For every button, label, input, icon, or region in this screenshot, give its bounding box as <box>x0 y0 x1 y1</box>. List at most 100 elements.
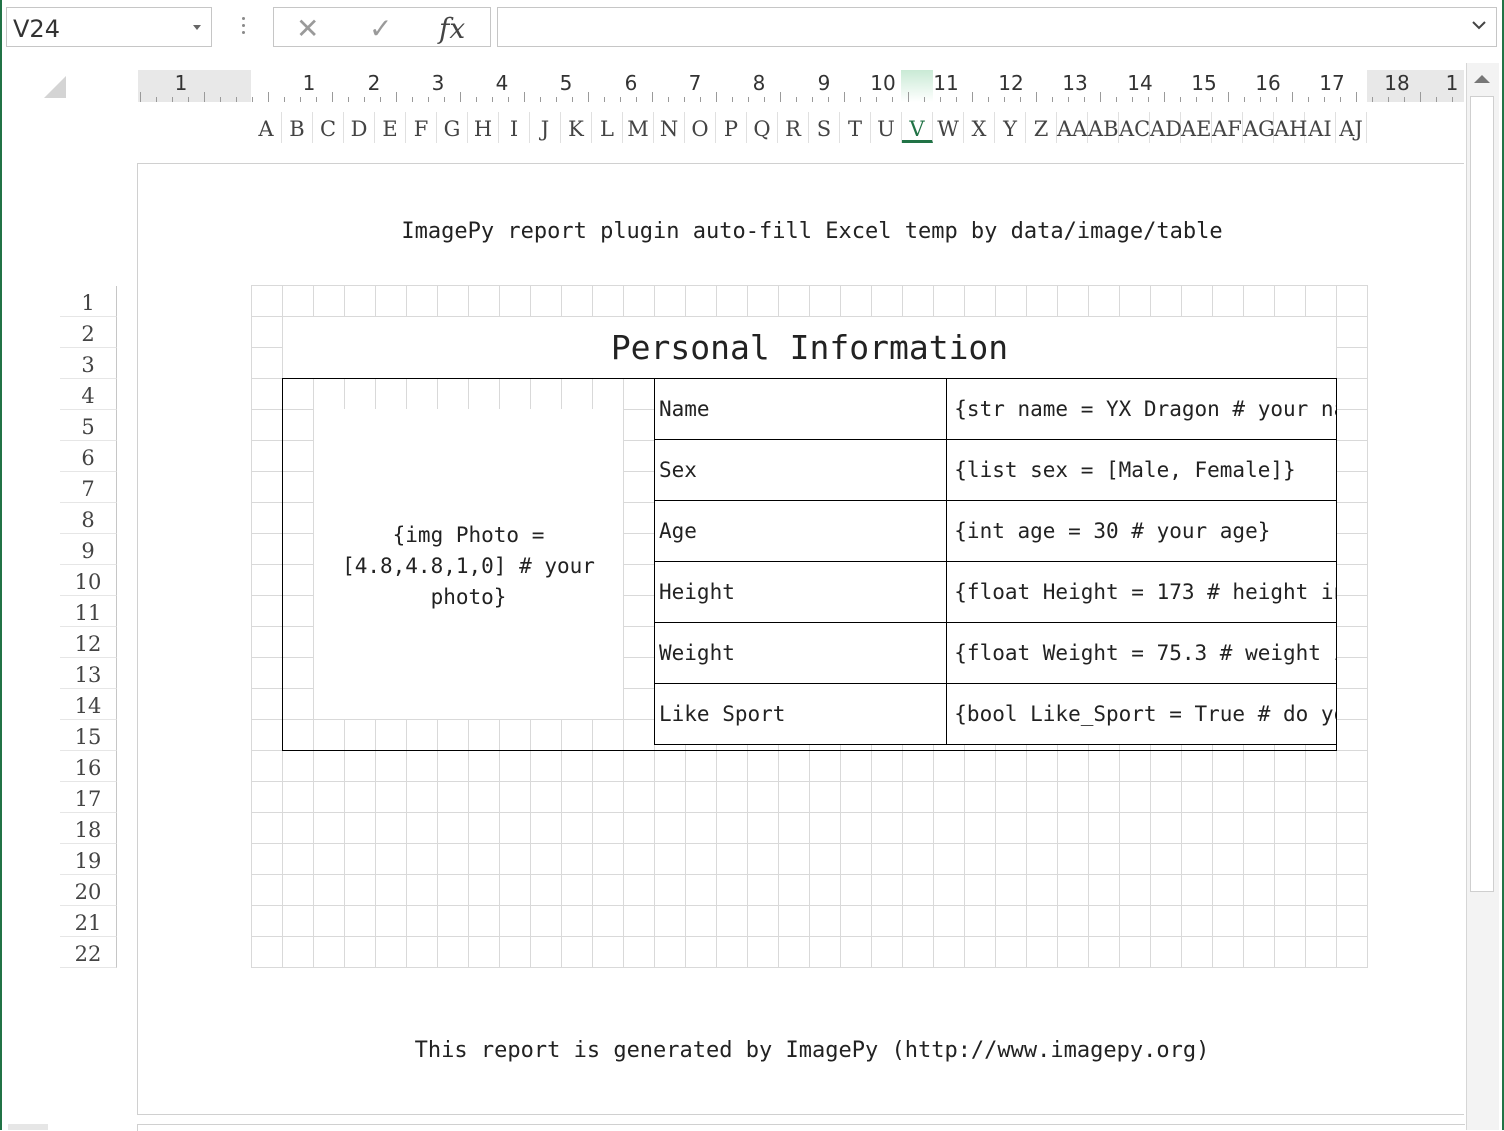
ruler-tick <box>844 92 845 102</box>
formula-input[interactable] <box>497 7 1497 47</box>
column-header-v[interactable]: V <box>902 112 933 143</box>
row-header-19[interactable]: 19 <box>60 844 117 875</box>
select-all-button[interactable] <box>44 76 66 98</box>
scroll-up-icon[interactable] <box>1467 64 1497 94</box>
column-header-u[interactable]: U <box>871 112 902 143</box>
ruler-tick <box>348 97 349 102</box>
column-header-r[interactable]: R <box>778 112 809 143</box>
column-header-t[interactable]: T <box>840 112 871 143</box>
field-value-height[interactable]: {float Height = 173 # height in c <box>946 561 1337 623</box>
ruler-label: 11 <box>933 71 959 95</box>
row-header-11[interactable]: 11 <box>60 596 117 627</box>
row-header-3[interactable]: 3 <box>60 348 117 379</box>
row-header-1[interactable]: 1 <box>60 286 117 317</box>
column-header-l[interactable]: L <box>592 112 623 143</box>
ruler-tick <box>444 97 445 102</box>
table-row: Like Sport {bool Like_Sport = True # do … <box>653 683 1337 745</box>
field-value-age[interactable]: {int age = 30 # your age} <box>946 500 1337 562</box>
page-header[interactable]: ImagePy report plugin auto-fill Excel te… <box>0 219 1504 244</box>
column-header-f[interactable]: F <box>406 112 437 143</box>
row-header-4[interactable]: 4 <box>60 379 117 410</box>
row-header-14[interactable]: 14 <box>60 689 117 720</box>
column-header-h[interactable]: H <box>468 112 499 143</box>
row-header-2[interactable]: 2 <box>60 317 117 348</box>
column-header-p[interactable]: P <box>716 112 747 143</box>
field-value-sex[interactable]: {list sex = [Male, Female]} <box>946 439 1337 501</box>
ruler-tick <box>140 92 141 102</box>
row-header-16[interactable]: 16 <box>60 751 117 782</box>
field-value-like-sport[interactable]: {bool Like_Sport = True # do you <box>946 683 1337 745</box>
column-header-aj[interactable]: AJ <box>1336 112 1367 143</box>
cancel-icon[interactable]: ✕ <box>296 12 319 45</box>
column-header-ai[interactable]: AI <box>1305 112 1336 143</box>
column-header-x[interactable]: X <box>964 112 995 143</box>
row-header-13[interactable]: 13 <box>60 658 117 689</box>
ruler-label: 10 <box>870 71 896 95</box>
field-value-name[interactable]: {str name = YX Dragon # your name <box>946 378 1337 440</box>
table-row: Sex {list sex = [Male, Female]} <box>653 439 1337 501</box>
row-header-10[interactable]: 10 <box>60 565 117 596</box>
column-header-ag[interactable]: AG <box>1243 112 1275 143</box>
column-header-ae[interactable]: AE <box>1181 112 1212 143</box>
scrollbar-thumb[interactable] <box>1470 96 1494 892</box>
row-header-15[interactable]: 15 <box>60 720 117 751</box>
more-options-icon[interactable] <box>238 17 248 39</box>
column-header-ad[interactable]: AD <box>1150 112 1182 143</box>
ruler-tick <box>396 92 397 102</box>
field-label-name[interactable]: Name <box>653 378 948 440</box>
column-header-o[interactable]: O <box>685 112 716 143</box>
row-header-9[interactable]: 9 <box>60 534 117 565</box>
column-header-n[interactable]: N <box>654 112 685 143</box>
field-label-age[interactable]: Age <box>653 500 948 562</box>
column-header-y[interactable]: Y <box>995 112 1026 143</box>
field-label-sex[interactable]: Sex <box>653 439 948 501</box>
column-header-k[interactable]: K <box>561 112 592 143</box>
ruler-tick <box>1404 97 1405 102</box>
name-box[interactable]: V24 <box>6 7 212 47</box>
field-label-height[interactable]: Height <box>653 561 948 623</box>
row-header-8[interactable]: 8 <box>60 503 117 534</box>
chevron-down-icon[interactable] <box>193 25 201 30</box>
checkmark-icon[interactable]: ✓ <box>369 12 392 45</box>
ruler-tick <box>492 97 493 102</box>
column-header-ah[interactable]: AH <box>1274 112 1307 143</box>
column-header-ac[interactable]: AC <box>1119 112 1150 143</box>
column-header-e[interactable]: E <box>375 112 406 143</box>
column-header-s[interactable]: S <box>809 112 840 143</box>
row-header-5[interactable]: 5 <box>60 410 117 441</box>
column-header-w[interactable]: W <box>933 112 964 143</box>
column-header-q[interactable]: Q <box>747 112 778 143</box>
ruler-label: 9 <box>817 71 831 95</box>
column-header-c[interactable]: C <box>313 112 344 143</box>
row-header-20[interactable]: 20 <box>60 875 117 906</box>
ruler-tick <box>876 97 877 102</box>
row-header-6[interactable]: 6 <box>60 441 117 472</box>
column-header-m[interactable]: M <box>623 112 654 143</box>
column-header-j[interactable]: J <box>530 112 561 143</box>
column-header-aa[interactable]: AA <box>1057 112 1088 143</box>
field-label-weight[interactable]: Weight <box>653 622 948 684</box>
row-header-7[interactable]: 7 <box>60 472 117 503</box>
column-header-af[interactable]: AF <box>1212 112 1243 143</box>
row-header-21[interactable]: 21 <box>60 906 117 937</box>
ruler-tick <box>892 97 893 102</box>
row-header-22[interactable]: 22 <box>60 937 117 968</box>
column-header-d[interactable]: D <box>344 112 375 143</box>
field-label-like-sport[interactable]: Like Sport <box>653 683 948 745</box>
ruler-tick <box>700 97 701 102</box>
row-header-17[interactable]: 17 <box>60 782 117 813</box>
insert-function-icon[interactable]: fx <box>439 12 465 45</box>
field-value-weight[interactable]: {float Weight = 75.3 # weight in <box>946 622 1337 684</box>
row-header-12[interactable]: 12 <box>60 627 117 658</box>
row-header-18[interactable]: 18 <box>60 813 117 844</box>
column-header-a[interactable]: A <box>251 112 282 143</box>
column-header-g[interactable]: G <box>437 112 468 143</box>
ruler-label: 6 <box>624 71 638 95</box>
chevron-down-icon[interactable] <box>1472 18 1486 32</box>
column-header-b[interactable]: B <box>282 112 313 143</box>
column-header-z[interactable]: Z <box>1026 112 1057 143</box>
page-footer[interactable]: This report is generated by ImagePy (htt… <box>0 1038 1504 1063</box>
column-header-i[interactable]: I <box>499 112 530 143</box>
column-header-ab[interactable]: AB <box>1088 112 1119 143</box>
sheet-tab-scroll[interactable] <box>8 1124 48 1130</box>
